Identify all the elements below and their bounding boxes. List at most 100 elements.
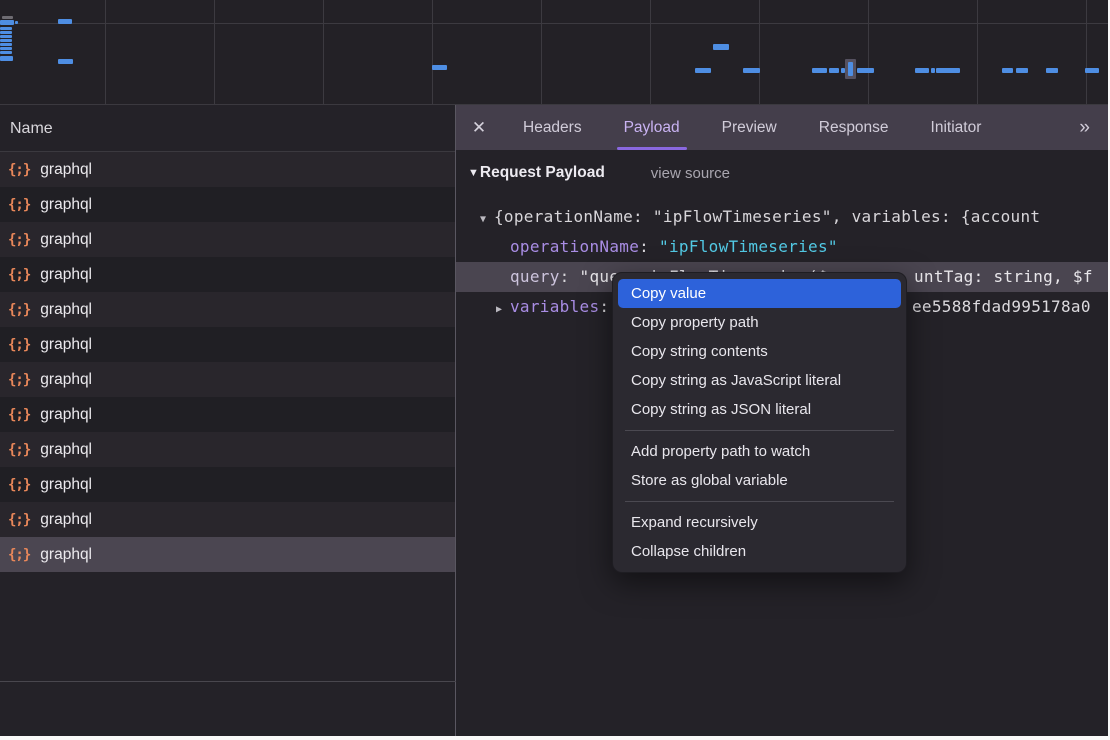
request-row[interactable]: {;} graphql xyxy=(0,152,455,187)
fetch-json-icon: {;} xyxy=(8,232,30,248)
waterfall-bar xyxy=(0,56,13,61)
payload-root-line[interactable]: ▼{operationName: "ipFlowTimeseries", var… xyxy=(456,202,1108,231)
request-row[interactable]: {;} graphql xyxy=(0,257,455,292)
waterfall-bar xyxy=(1085,68,1099,73)
waterfall-bar xyxy=(58,19,72,24)
request-name: graphql xyxy=(40,406,92,424)
property-key: operationName xyxy=(510,237,639,256)
request-row[interactable]: {;} graphql xyxy=(0,397,455,432)
waterfall-bar xyxy=(931,68,935,73)
menu-item-copy-property-path[interactable]: Copy property path xyxy=(613,308,906,337)
tab-initiator[interactable]: Initiator xyxy=(916,105,997,150)
property-key: variables xyxy=(510,297,599,316)
request-name: graphql xyxy=(40,476,92,494)
fetch-json-icon: {;} xyxy=(8,407,30,423)
property-value-right: untTag: string, $f xyxy=(914,262,1093,292)
request-row[interactable]: {;} graphql xyxy=(0,292,455,327)
more-tabs-icon[interactable]: » xyxy=(1079,117,1108,139)
waterfall-bar xyxy=(0,51,12,54)
menu-item-copy-string-contents[interactable]: Copy string contents xyxy=(613,337,906,366)
fetch-json-icon: {;} xyxy=(8,302,30,318)
request-row[interactable]: {;} graphql xyxy=(0,502,455,537)
menu-separator xyxy=(625,501,894,502)
waterfall-bar xyxy=(713,44,729,50)
waterfall-bar xyxy=(0,43,12,46)
key-separator: : xyxy=(639,237,659,256)
request-name: graphql xyxy=(40,546,92,564)
fetch-json-icon: {;} xyxy=(8,337,30,353)
menu-item-add-property-path-to-watch[interactable]: Add property path to watch xyxy=(613,437,906,466)
waterfall-bar xyxy=(743,68,760,73)
view-source-link[interactable]: view source xyxy=(651,165,730,182)
fetch-json-icon: {;} xyxy=(8,512,30,528)
property-preview-right: ee5588fdad995178a0 xyxy=(912,292,1091,321)
menu-item-copy-string-as-javascript-literal[interactable]: Copy string as JavaScript literal xyxy=(613,366,906,395)
waterfall-bar xyxy=(848,62,853,76)
menu-item-copy-string-as-json-literal[interactable]: Copy string as JSON literal xyxy=(613,395,906,424)
request-name: graphql xyxy=(40,161,92,179)
waterfall-bar xyxy=(1002,68,1013,73)
waterfall-bar xyxy=(812,68,827,73)
waterfall-bar xyxy=(0,35,12,38)
fetch-json-icon: {;} xyxy=(8,197,30,213)
overview-horizontal-gridline xyxy=(0,23,1108,24)
waterfall-bar xyxy=(0,27,12,30)
menu-item-copy-value[interactable]: Copy value xyxy=(618,279,901,308)
fetch-json-icon: {;} xyxy=(8,477,30,493)
request-row[interactable]: {;} graphql xyxy=(0,432,455,467)
menu-item-store-as-global-variable[interactable]: Store as global variable xyxy=(613,466,906,495)
request-row[interactable]: {;} graphql xyxy=(0,222,455,257)
request-name: graphql xyxy=(40,511,92,529)
waterfall-bar xyxy=(695,68,711,73)
request-name: graphql xyxy=(40,371,92,389)
property-key: query xyxy=(510,267,560,286)
fetch-json-icon: {;} xyxy=(8,372,30,388)
waterfall-bar xyxy=(0,39,12,42)
request-name: graphql xyxy=(40,301,92,319)
tab-response[interactable]: Response xyxy=(804,105,904,150)
request-row[interactable]: {;} graphql xyxy=(0,467,455,502)
detail-tabbar: ✕ Headers Payload Preview Response Initi… xyxy=(456,105,1108,150)
collapse-caret-icon[interactable]: ▼ xyxy=(468,167,479,179)
fetch-json-icon: {;} xyxy=(8,547,30,563)
waterfall-bar xyxy=(857,68,874,73)
request-row[interactable]: {;} graphql xyxy=(0,187,455,222)
waterfall-bar xyxy=(915,68,929,73)
devtools-window: Name {;} graphql {;} graphql {;} graphql… xyxy=(0,0,1108,736)
waterfall-bar xyxy=(0,47,12,50)
waterfall-bar xyxy=(936,68,960,73)
waterfall-bar xyxy=(1016,68,1028,73)
request-row[interactable]: {;} graphql xyxy=(0,537,455,572)
fetch-json-icon: {;} xyxy=(8,442,30,458)
menu-separator xyxy=(625,430,894,431)
request-list-panel: Name {;} graphql {;} graphql {;} graphql… xyxy=(0,105,455,736)
context-menu: Copy valueCopy property pathCopy string … xyxy=(612,272,907,573)
menu-item-collapse-children[interactable]: Collapse children xyxy=(613,537,906,566)
expanded-caret-icon[interactable]: ▼ xyxy=(480,205,494,231)
collapsed-caret-icon[interactable]: ▶ xyxy=(496,295,510,321)
tab-preview[interactable]: Preview xyxy=(707,105,792,150)
waterfall-bar xyxy=(829,68,839,73)
request-row[interactable]: {;} graphql xyxy=(0,327,455,362)
request-list: {;} graphql {;} graphql {;} graphql {;} … xyxy=(0,152,455,572)
payload-root-preview: {operationName: "ipFlowTimeseries", vari… xyxy=(494,207,1040,226)
fetch-json-icon: {;} xyxy=(8,162,30,178)
request-name: graphql xyxy=(40,196,92,214)
request-payload-section: ▼ Request Payload view source xyxy=(468,164,730,182)
section-title: Request Payload xyxy=(480,164,605,182)
request-row[interactable]: {;} graphql xyxy=(0,362,455,397)
tab-payload[interactable]: Payload xyxy=(609,105,695,150)
request-name: graphql xyxy=(40,441,92,459)
column-header-name[interactable]: Name xyxy=(0,105,455,152)
fetch-json-icon: {;} xyxy=(8,267,30,283)
waterfall-bar xyxy=(58,59,73,64)
property-value: "ipFlowTimeseries" xyxy=(659,237,838,256)
network-overview-timeline[interactable] xyxy=(0,0,1108,105)
waterfall-bar xyxy=(0,31,12,34)
request-name: graphql xyxy=(40,336,92,354)
tab-headers[interactable]: Headers xyxy=(508,105,597,150)
waterfall-bar xyxy=(432,65,447,70)
close-icon[interactable]: ✕ xyxy=(456,118,502,138)
menu-item-expand-recursively[interactable]: Expand recursively xyxy=(613,508,906,537)
payload-operation-line[interactable]: operationName: "ipFlowTimeseries" xyxy=(456,232,1108,261)
